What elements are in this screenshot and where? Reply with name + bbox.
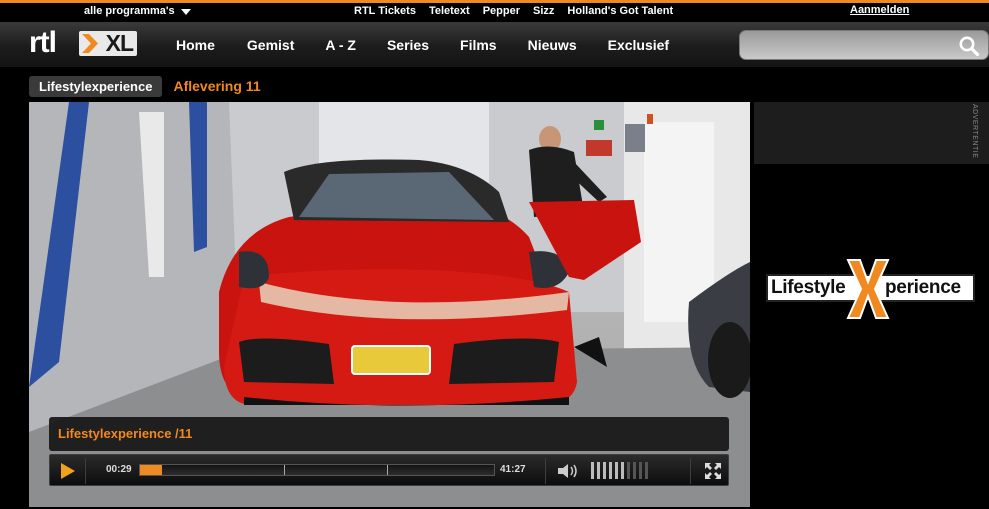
logo-rtl-text: rtl bbox=[29, 26, 57, 59]
search-icon[interactable] bbox=[958, 35, 980, 57]
current-time: 00:29 bbox=[106, 464, 132, 475]
main-nav-bar: rtl XL Home Gemist A - Z Series Films Ni… bbox=[0, 22, 989, 68]
chevron-down-icon bbox=[180, 9, 191, 15]
lifestylexperience-ad[interactable]: Lifestyle perience bbox=[766, 258, 976, 320]
search-input[interactable] bbox=[750, 36, 950, 54]
top-link-teletext[interactable]: Teletext bbox=[429, 5, 470, 17]
volume-bar[interactable] bbox=[597, 462, 600, 479]
ad-top-strip bbox=[754, 102, 989, 164]
nav-a-z[interactable]: A - Z bbox=[325, 37, 356, 53]
play-icon[interactable] bbox=[56, 461, 78, 481]
volume-bar[interactable] bbox=[627, 462, 630, 479]
top-bar: alle programma's RTL Tickets Teletext Pe… bbox=[0, 0, 989, 22]
search-box bbox=[739, 30, 989, 60]
top-link-rtl-tickets[interactable]: RTL Tickets bbox=[354, 5, 416, 17]
volume-bar[interactable] bbox=[645, 462, 648, 479]
volume-bar[interactable] bbox=[591, 462, 594, 479]
breadcrumb: Lifestylexperience Aflevering 11 bbox=[29, 75, 261, 97]
player-controls: 00:29 41:27 bbox=[49, 454, 729, 486]
volume-bar[interactable] bbox=[639, 462, 642, 479]
breadcrumb-episode: Aflevering 11 bbox=[173, 78, 261, 94]
logo-chevron-icon bbox=[82, 34, 98, 53]
volume-bar[interactable] bbox=[615, 462, 618, 479]
ad-label: ADVERTENTIE bbox=[971, 104, 978, 159]
nav-gemist[interactable]: Gemist bbox=[247, 37, 294, 53]
control-divider bbox=[85, 458, 86, 484]
nav-home[interactable]: Home bbox=[176, 37, 215, 53]
login-link[interactable]: Aanmelden bbox=[850, 4, 909, 16]
volume-bar[interactable] bbox=[603, 462, 606, 479]
fullscreen-icon[interactable] bbox=[704, 462, 722, 480]
seek-progress bbox=[140, 465, 162, 475]
control-divider bbox=[545, 458, 546, 484]
all-programs-dropdown[interactable]: alle programma's bbox=[84, 5, 191, 17]
nav-exclusief[interactable]: Exclusief bbox=[608, 37, 669, 53]
control-divider bbox=[690, 458, 691, 484]
nav-series[interactable]: Series bbox=[387, 37, 429, 53]
breadcrumb-program[interactable]: Lifestylexperience bbox=[29, 75, 163, 97]
seek-bar[interactable] bbox=[139, 464, 495, 476]
top-links: RTL Tickets Teletext Pepper Sizz Holland… bbox=[354, 5, 673, 17]
volume-bar[interactable] bbox=[609, 462, 612, 479]
rtl-xl-logo[interactable]: rtl XL bbox=[29, 28, 137, 60]
logo-xl-text: XL bbox=[105, 31, 134, 56]
ad-logo-x-mark bbox=[846, 259, 890, 319]
ad-logo-text-left: Lifestyle bbox=[771, 277, 846, 298]
top-link-sizz[interactable]: Sizz bbox=[533, 5, 554, 17]
video-title-bar: Lifestylexperience /11 bbox=[49, 417, 729, 451]
nav-films[interactable]: Films bbox=[460, 37, 497, 53]
volume-bar[interactable] bbox=[633, 462, 636, 479]
seek-chapter-marker bbox=[387, 465, 388, 475]
seek-chapter-marker bbox=[284, 465, 285, 475]
top-link-hollands-got-talent[interactable]: Holland's Got Talent bbox=[567, 5, 673, 17]
volume-icon[interactable] bbox=[557, 463, 579, 479]
all-programs-label: alle programma's bbox=[84, 5, 175, 17]
volume-bar[interactable] bbox=[621, 462, 624, 479]
top-link-pepper[interactable]: Pepper bbox=[483, 5, 520, 17]
main-menu: Home Gemist A - Z Series Films Nieuws Ex… bbox=[176, 22, 669, 68]
nav-nieuws[interactable]: Nieuws bbox=[528, 37, 577, 53]
video-title: Lifestylexperience /11 bbox=[58, 426, 193, 441]
ad-logo-text-right: perience bbox=[885, 277, 961, 298]
volume-slider[interactable] bbox=[591, 462, 648, 479]
logo-xl-badge: XL bbox=[79, 31, 137, 56]
duration: 41:27 bbox=[500, 464, 526, 475]
